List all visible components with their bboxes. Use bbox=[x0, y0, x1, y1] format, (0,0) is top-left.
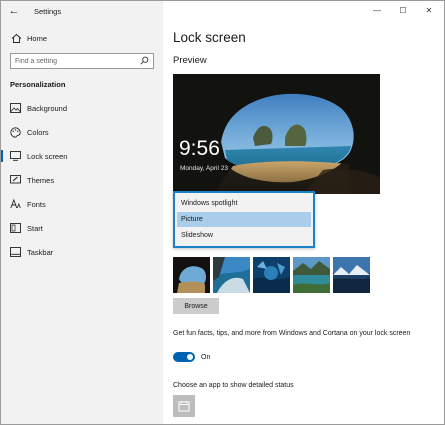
sidebar-item-start[interactable]: Start bbox=[1, 216, 163, 240]
recent-image-thumbnail[interactable] bbox=[213, 257, 250, 293]
sidebar-item-label: Taskbar bbox=[27, 247, 54, 257]
section-title: Personalization bbox=[10, 80, 66, 89]
calendar-icon bbox=[178, 401, 190, 412]
browse-button[interactable]: Browse bbox=[173, 298, 219, 314]
dropdown-option-picture[interactable]: Picture bbox=[177, 212, 311, 227]
lock-screen-icon bbox=[9, 150, 21, 162]
settings-window: ← Settings Home Personalization Backgrou… bbox=[0, 0, 445, 425]
search-icon[interactable] bbox=[140, 52, 149, 70]
fun-facts-toggle-row: On bbox=[173, 352, 210, 362]
sidebar-item-label: Background bbox=[27, 103, 68, 113]
back-button[interactable]: ← bbox=[3, 2, 25, 20]
toggle-state-label: On bbox=[201, 353, 211, 361]
recent-image-thumbnail[interactable] bbox=[253, 257, 290, 293]
brush-icon bbox=[9, 174, 21, 186]
detailed-status-app-button[interactable] bbox=[173, 395, 195, 417]
sidebar-item-taskbar[interactable]: Taskbar bbox=[1, 240, 163, 264]
search-input[interactable] bbox=[15, 57, 133, 65]
recent-image-thumbnail[interactable] bbox=[293, 257, 330, 293]
taskbar-icon bbox=[9, 246, 21, 258]
search-box bbox=[10, 53, 154, 69]
fun-facts-toggle[interactable] bbox=[173, 352, 195, 362]
lock-screen-preview: 9:56 Monday, April 23 bbox=[173, 74, 380, 194]
sidebar: ← Settings Home Personalization Backgrou… bbox=[1, 1, 163, 424]
fun-facts-label: Get fun facts, tips, and more from Windo… bbox=[173, 330, 411, 337]
fonts-icon bbox=[9, 198, 21, 210]
dropdown-option-windows-spotlight[interactable]: Windows spotlight bbox=[177, 196, 311, 211]
status-heading: Choose an app to show detailed status bbox=[173, 382, 294, 389]
sidebar-item-background[interactable]: Background bbox=[1, 96, 163, 120]
preview-heading: Preview bbox=[173, 55, 207, 66]
recent-image-thumbnail[interactable] bbox=[333, 257, 370, 293]
dropdown-option-slideshow[interactable]: Slideshow bbox=[177, 228, 311, 243]
recent-images bbox=[173, 257, 373, 293]
preview-time: 9:56 bbox=[179, 137, 220, 160]
nav-list: Background Colors Lock screen Themes Fon… bbox=[1, 96, 163, 264]
minimize-button[interactable]: — bbox=[364, 3, 390, 17]
home-icon bbox=[10, 32, 22, 44]
picture-icon bbox=[9, 102, 21, 114]
palette-icon bbox=[9, 126, 21, 138]
home-nav-item[interactable]: Home bbox=[1, 29, 163, 47]
sidebar-item-label: Themes bbox=[27, 175, 55, 185]
sidebar-item-label: Lock screen bbox=[27, 151, 68, 161]
window-controls: — ☐ ✕ bbox=[364, 3, 442, 17]
window-title: Settings bbox=[34, 6, 62, 16]
maximize-button[interactable]: ☐ bbox=[390, 3, 416, 17]
titlebar: ← Settings bbox=[1, 1, 163, 21]
page-title: Lock screen bbox=[173, 30, 246, 45]
background-dropdown[interactable]: Windows spotlight Picture Slideshow bbox=[173, 191, 315, 248]
sidebar-item-lock-screen[interactable]: Lock screen bbox=[1, 144, 163, 168]
sidebar-item-colors[interactable]: Colors bbox=[1, 120, 163, 144]
main-content: — ☐ ✕ Lock screen Preview 9:56 Monday, A… bbox=[163, 1, 444, 424]
home-label: Home bbox=[27, 33, 48, 43]
recent-image-thumbnail[interactable] bbox=[173, 257, 210, 293]
sidebar-item-fonts[interactable]: Fonts bbox=[1, 192, 163, 216]
cave-beach-image bbox=[173, 74, 380, 194]
close-button[interactable]: ✕ bbox=[416, 3, 442, 17]
sidebar-item-label: Fonts bbox=[27, 199, 46, 209]
sidebar-item-label: Start bbox=[27, 223, 43, 233]
sidebar-item-themes[interactable]: Themes bbox=[1, 168, 163, 192]
preview-date: Monday, April 23 bbox=[180, 165, 228, 172]
sidebar-item-label: Colors bbox=[27, 127, 49, 137]
start-icon bbox=[9, 222, 21, 234]
